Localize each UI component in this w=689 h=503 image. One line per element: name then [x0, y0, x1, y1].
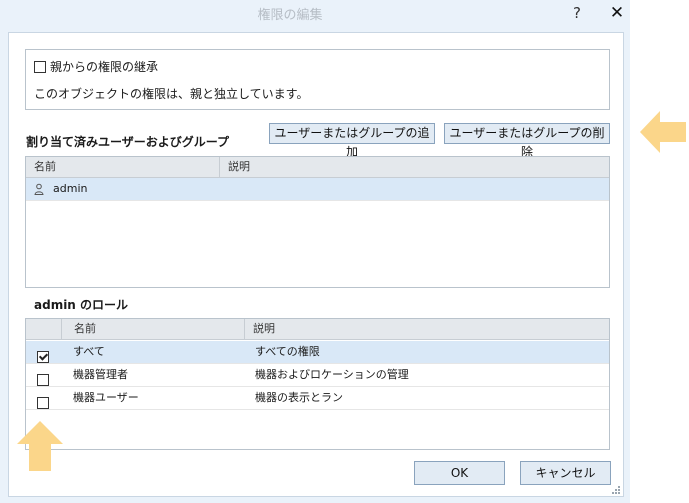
role-description: 機器の表示とラン: [255, 391, 343, 404]
left-arrow-icon: [640, 111, 686, 153]
delete-user-or-group-button[interactable]: ユーザーまたはグループの削除: [444, 123, 610, 159]
title-bar: 権限の編集 ? ✕: [0, 0, 630, 26]
table-row[interactable]: 機器管理者 機器およびロケーションの管理: [26, 364, 609, 387]
roles-grid-header: 名前 説明: [26, 319, 609, 340]
inherit-description: このオブジェクトの権限は、親と独立しています。: [34, 87, 309, 101]
resize-grip-icon[interactable]: [611, 485, 621, 495]
column-header-description[interactable]: 説明: [219, 157, 609, 177]
table-row[interactable]: admin: [26, 178, 609, 201]
add-user-or-group-button[interactable]: ユーザーまたはグループの追加: [269, 123, 435, 159]
inherit-checkbox-row[interactable]: 親からの権限の継承: [34, 58, 158, 75]
role-checkbox-device-user[interactable]: [37, 392, 49, 409]
column-header-description[interactable]: 説明: [244, 319, 609, 339]
dialog-title: 権限の編集: [257, 8, 323, 23]
row-name: admin: [53, 182, 88, 195]
checkbox[interactable]: [37, 351, 49, 363]
table-row[interactable]: すべて すべての権限: [26, 341, 609, 364]
user-icon: [34, 183, 44, 195]
role-name: すべて: [73, 345, 105, 358]
assigned-users-grid: 名前 説明 admin: [25, 156, 610, 288]
role-description: 機器およびロケーションの管理: [255, 368, 409, 381]
inherit-checkbox-label: 親からの権限の継承: [50, 60, 159, 74]
close-button[interactable]: ✕: [606, 2, 628, 24]
edit-permissions-dialog: 権限の編集 ? ✕ 親からの権限の継承 このオブジェクトの権限は、親と独立してい…: [0, 0, 630, 503]
inherit-checkbox[interactable]: [34, 60, 46, 73]
checkbox[interactable]: [37, 374, 49, 386]
role-name: 機器ユーザー: [73, 391, 139, 404]
role-checkbox-all[interactable]: [37, 346, 49, 363]
dialog-client-area: 親からの権限の継承 このオブジェクトの権限は、親と独立しています。 割り当て済み…: [8, 32, 624, 497]
role-checkbox-device-admin[interactable]: [37, 369, 49, 386]
help-button[interactable]: ?: [566, 2, 588, 24]
table-row[interactable]: 機器ユーザー 機器の表示とラン: [26, 387, 609, 410]
assigned-section-label: 割り当て済みユーザーおよびグループ: [26, 135, 230, 149]
inherit-panel: 親からの権限の継承 このオブジェクトの権限は、親と独立しています。: [25, 49, 610, 110]
ok-button[interactable]: OK: [414, 461, 505, 485]
column-header-name[interactable]: 名前: [26, 157, 219, 177]
role-name: 機器管理者: [73, 368, 128, 381]
up-arrow-icon: [17, 421, 63, 471]
column-header-name[interactable]: 名前: [61, 319, 244, 339]
role-description: すべての権限: [255, 345, 320, 358]
cancel-button[interactable]: キャンセル: [520, 461, 611, 485]
assigned-grid-header: 名前 説明: [26, 157, 609, 178]
roles-section-label: admin のロール: [34, 298, 129, 312]
column-header-check: [26, 319, 61, 339]
roles-grid: 名前 説明 すべて すべての権限 機器管理者 機器およびロケーションの管理 機器…: [25, 318, 610, 450]
checkbox[interactable]: [37, 397, 49, 409]
